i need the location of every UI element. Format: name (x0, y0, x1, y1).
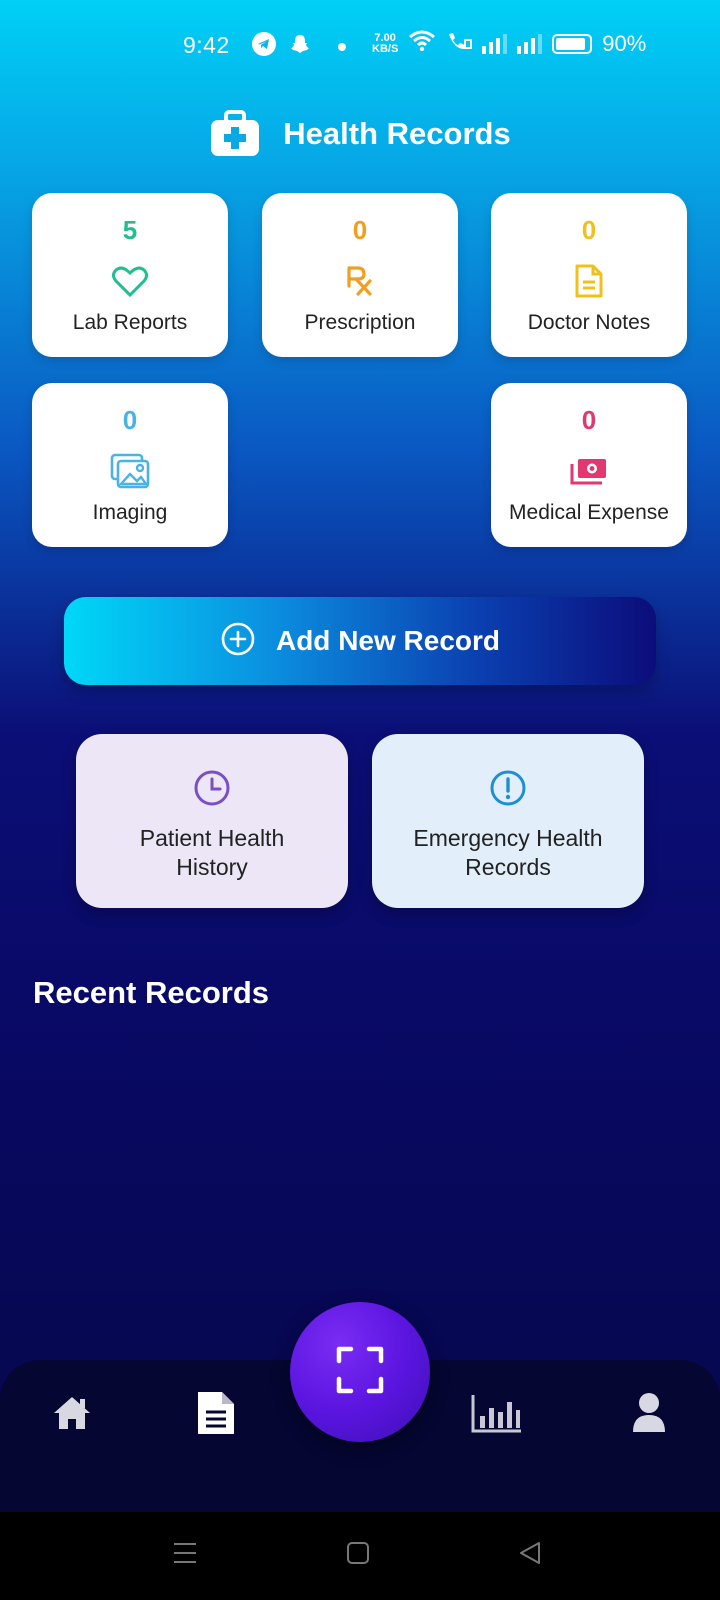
heart-icon (110, 261, 150, 301)
home-icon (51, 1394, 93, 1437)
status-system-icons: 7.00 KB/S 90% (372, 30, 646, 58)
stat-label: Imaging (92, 501, 168, 524)
stat-label: Doctor Notes (527, 311, 651, 334)
add-new-record-label: Add New Record (275, 625, 501, 656)
rx-icon (340, 261, 380, 301)
page-title: Health Records (283, 116, 511, 151)
stat-card-lab-reports[interactable]: 5 Lab Reports (32, 193, 228, 357)
nav-records[interactable] (191, 1390, 241, 1440)
chart-icon (470, 1392, 524, 1439)
menu-icon[interactable] (172, 1540, 198, 1571)
wifi-icon (408, 30, 436, 58)
action-label-line2: Records (465, 854, 551, 880)
nav-analytics[interactable] (470, 1390, 524, 1440)
nav-home[interactable] (47, 1390, 97, 1440)
alert-circle-icon (488, 768, 528, 808)
snapchat-icon (288, 32, 312, 62)
header: Health Records (0, 108, 720, 160)
add-new-record-button[interactable]: Add New Record (64, 597, 656, 685)
back-icon[interactable] (517, 1540, 543, 1571)
stat-card-prescription[interactable]: 0 Prescription (262, 193, 458, 357)
document-icon (569, 261, 609, 301)
notification-dot (338, 43, 346, 51)
telegram-icon (252, 32, 276, 62)
document-icon (196, 1390, 236, 1441)
signal-1-icon (482, 34, 508, 54)
network-speed: 7.00 KB/S (372, 33, 398, 55)
stat-count: 5 (122, 215, 138, 245)
network-speed-unit: KB/S (372, 43, 399, 55)
status-bar: 9:42 7.00 KB/S 90% (0, 0, 720, 92)
stat-label: Lab Reports (72, 311, 188, 334)
stat-count: 0 (581, 405, 597, 435)
recent-records-title: Recent Records (33, 975, 270, 1010)
action-label-line2: History (176, 854, 248, 880)
nav-profile[interactable] (624, 1390, 674, 1440)
home-square-icon[interactable] (345, 1540, 371, 1571)
scan-button[interactable] (290, 1302, 430, 1442)
status-app-icons (252, 32, 346, 62)
stat-card-imaging[interactable]: 0 Imaging (32, 383, 228, 547)
patient-health-history-card[interactable]: Patient Health History (76, 734, 348, 908)
action-label: Patient Health History (76, 824, 348, 882)
action-label-line1: Patient Health (139, 825, 285, 851)
signal-2-icon (517, 34, 543, 54)
system-nav-bar (0, 1512, 720, 1600)
clock-icon (192, 768, 232, 808)
stat-count: 0 (122, 405, 138, 435)
emergency-health-records-card[interactable]: Emergency Health Records (372, 734, 644, 908)
wifi-call-icon (446, 30, 473, 58)
stat-count: 0 (352, 215, 368, 245)
action-label-line1: Emergency Health (413, 825, 603, 851)
scan-icon (336, 1346, 384, 1399)
stat-label: Prescription (304, 311, 416, 334)
stat-count: 0 (581, 215, 597, 245)
first-aid-kit-icon (209, 110, 261, 158)
profile-icon (631, 1392, 667, 1439)
plus-circle-icon (220, 621, 256, 662)
stat-card-medical-expense[interactable]: 0 Medical Expense (491, 383, 687, 547)
stat-card-doctor-notes[interactable]: 0 Doctor Notes (491, 193, 687, 357)
money-icon (569, 451, 609, 491)
battery-percent: 90% (602, 31, 647, 56)
stat-label: Medical Expense (509, 501, 669, 524)
action-label: Emergency Health Records (372, 824, 644, 882)
status-time: 9:42 (183, 32, 230, 58)
image-icon (110, 451, 150, 491)
battery-icon (552, 34, 593, 54)
